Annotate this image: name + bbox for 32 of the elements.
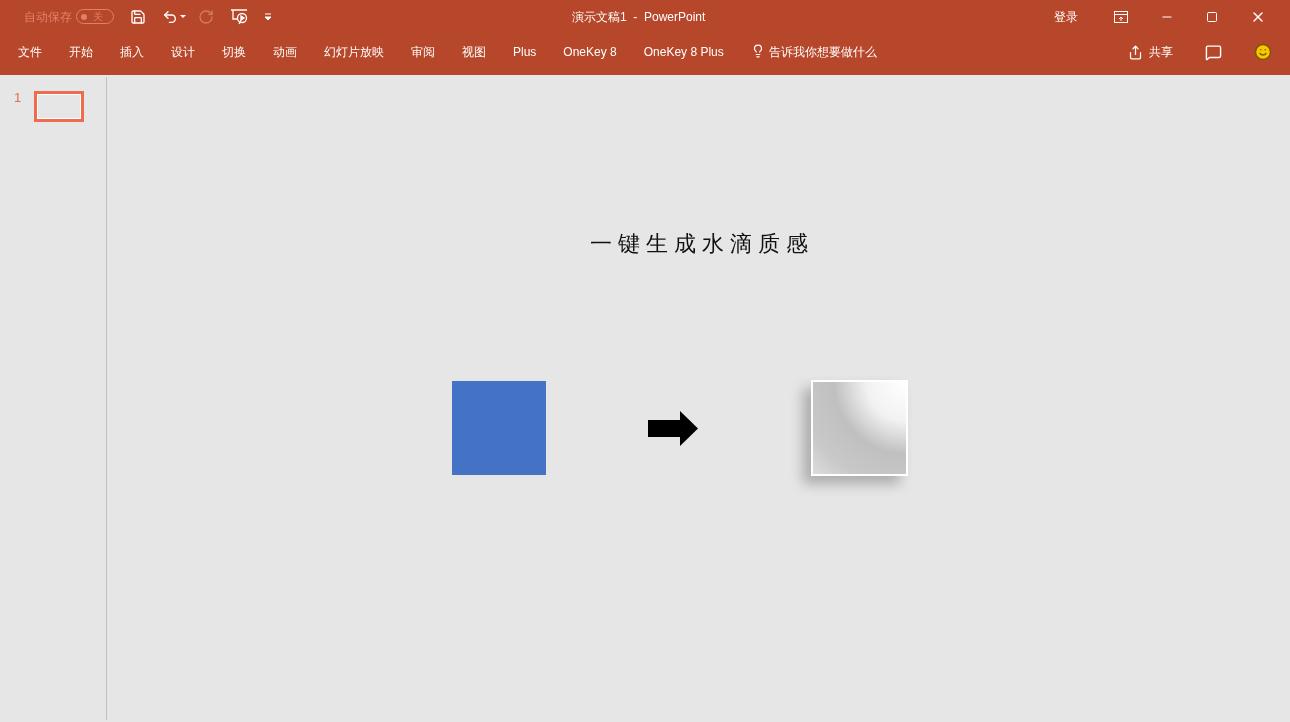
ribbon-tab[interactable]: Plus (513, 43, 537, 61)
ribbon-tab[interactable]: 插入 (120, 43, 144, 61)
ribbon-tab[interactable]: 视图 (462, 43, 486, 61)
share-button[interactable]: 共享 (1149, 43, 1173, 61)
tell-me-field[interactable]: 告诉我你想要做什么 (768, 43, 877, 61)
redo-icon (198, 8, 214, 25)
customize-icon[interactable] (264, 12, 272, 21)
ribbon-tab[interactable]: 幻灯片放映 (324, 43, 384, 61)
window-title: 演示文稿1 - PowerPoint (572, 8, 706, 26)
ribbon-tab[interactable]: OneKey 8 (563, 43, 617, 61)
maximize-icon[interactable] (1206, 10, 1218, 23)
ribbon-display-icon[interactable] (1114, 10, 1128, 23)
ribbon-tab[interactable]: 审阅 (411, 43, 435, 61)
caret-icon[interactable] (180, 15, 186, 18)
ribbon-tab[interactable]: 文件 (18, 43, 42, 61)
comments-icon[interactable] (1205, 43, 1222, 61)
ribbon-tab[interactable]: 动画 (273, 43, 297, 61)
ribbon-tab[interactable]: OneKey 8 Plus (643, 43, 724, 61)
autosave-label: 自动保存 (24, 8, 72, 26)
ribbon-tab[interactable]: 切换 (222, 43, 246, 61)
arrow-icon (648, 411, 698, 446)
ribbon-tab[interactable]: 设计 (171, 43, 195, 61)
sign-in-link[interactable]: 登录 (1054, 7, 1078, 26)
undo-icon[interactable] (162, 8, 178, 25)
ribbon-tab[interactable]: 开始 (69, 43, 93, 61)
slide-thumbnail[interactable] (34, 91, 85, 122)
slide-number: 1 (14, 91, 22, 104)
share-icon[interactable] (1128, 44, 1143, 60)
slideshow-icon[interactable] (230, 7, 248, 26)
slide-title: 一键生成水滴质感 (589, 230, 814, 258)
save-icon[interactable] (130, 8, 146, 25)
smiley-icon[interactable] (1254, 43, 1272, 61)
